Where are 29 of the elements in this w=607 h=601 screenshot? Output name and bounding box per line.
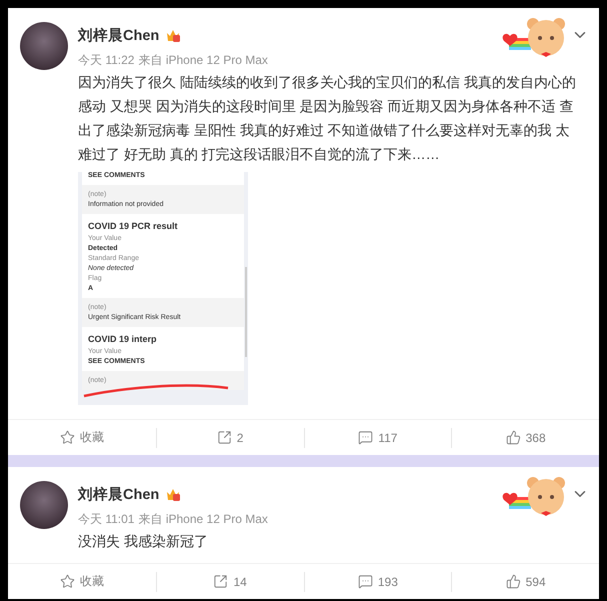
author-name[interactable]: 刘梓晨Chen	[78, 26, 160, 44]
comment-button[interactable]: 193	[352, 572, 404, 592]
star-icon	[60, 574, 75, 589]
avatar[interactable]	[20, 481, 68, 529]
comment-icon	[358, 430, 374, 445]
favorite-button[interactable]: 收藏	[54, 428, 110, 448]
comment-button[interactable]: 117	[352, 428, 404, 448]
star-icon	[60, 430, 75, 445]
repost-button[interactable]: 14	[207, 572, 253, 592]
share-icon	[216, 430, 232, 445]
post-source: 来自 iPhone 12 Pro Max	[138, 510, 268, 528]
post-text: 没消失 我感染新冠了	[78, 532, 209, 551]
post-time: 今天 11:01	[78, 510, 134, 528]
share-icon	[213, 574, 228, 589]
report-text: COVID 19 PCR result	[88, 220, 179, 233]
like-button[interactable]: 594	[500, 572, 552, 592]
post-source: 来自 iPhone 12 Pro Max	[138, 52, 268, 68]
thumbs-up-icon	[506, 430, 521, 445]
report-text: COVID 19 interp	[88, 333, 158, 346]
comment-icon	[358, 574, 373, 589]
post-time: 今天 11:22	[78, 52, 134, 68]
thumbs-up-icon	[506, 574, 521, 589]
avatar[interactable]	[20, 22, 68, 70]
favorite-button[interactable]: 收藏	[54, 572, 110, 592]
repost-button[interactable]: 2	[210, 428, 250, 448]
report-screenshot[interactable]	[78, 172, 248, 405]
like-button[interactable]: 368	[500, 428, 552, 448]
author-name[interactable]: 刘梓晨Chen	[78, 484, 160, 504]
post-text: 因为消失了很久 陆陆续续的收到了很多关心我的宝贝们的私信 我真的发自内心的感动 又想哭 因为消失的这段时间里 是因为脸毁容 而近期又因为身体各种不适 查出了感染新冠病毒 呈阳性 我真的好难过 不知道做错了什么要这样对无辜的我 太难过了 好无助 真的 打完这段话眼泪不自觉的流了下来……	[78, 73, 577, 164]
